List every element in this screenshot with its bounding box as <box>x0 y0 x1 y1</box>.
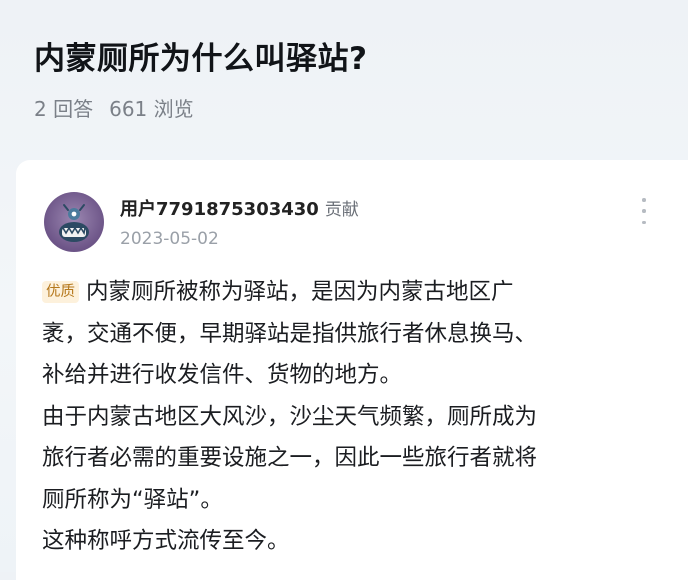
more-vertical-icon[interactable] <box>638 198 650 224</box>
answer-date: 2023-05-02 <box>120 229 219 249</box>
answers-count[interactable]: 2 回答 <box>34 93 93 122</box>
answer-line: 优质 内蒙厕所被称为驿站，是因为内蒙古地区广 <box>42 272 662 314</box>
answer-line-text: 内蒙厕所被称为驿站，是因为内蒙古地区广 <box>86 279 514 305</box>
author-role: 贡献 <box>324 200 359 220</box>
answer-line: 旅行者必需的重要设施之一，因此一些旅行者就将 <box>42 445 538 471</box>
answer-card: 用户7791875303430 贡献 2023-05-02 优质 内蒙厕所被称为驿… <box>16 160 688 580</box>
answer-line: 袤，交通不便，早期驿站是指供旅行者休息换马、 <box>42 320 538 347</box>
quality-badge: 优质 <box>42 281 79 303</box>
views-count: 661 浏览 <box>109 97 194 121</box>
author-row: 用户7791875303430 贡献 <box>120 195 359 221</box>
avatar[interactable] <box>44 192 104 252</box>
answer-line: 由于内蒙古地区大风沙，沙尘天气频繁，厕所成为 <box>42 403 538 430</box>
answer-line: 补给并进行收发信件、货物的地方。 <box>42 362 403 388</box>
answer-line: 这种称呼方式流传至今。 <box>42 528 290 554</box>
answer-line: 厕所称为“驿站”。 <box>42 486 223 513</box>
question-stats: 2 回答 661 浏览 <box>34 93 194 122</box>
question-title: 内蒙厕所为什么叫驿站? <box>34 40 368 77</box>
answer-body: 优质 内蒙厕所被称为驿站，是因为内蒙古地区广 袤，交通不便，早期驿站是指供旅行者休… <box>42 272 662 563</box>
monster-avatar-icon <box>59 204 89 242</box>
author-name[interactable]: 用户7791875303430 <box>120 195 319 221</box>
